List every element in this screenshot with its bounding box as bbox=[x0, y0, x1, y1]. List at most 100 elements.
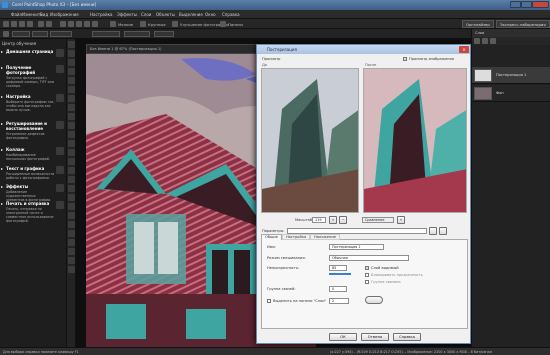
paste-icon[interactable] bbox=[92, 21, 98, 27]
undo-icon[interactable] bbox=[38, 21, 44, 27]
tool-icon-18[interactable] bbox=[68, 203, 75, 210]
tool-icon-15[interactable] bbox=[68, 176, 75, 183]
tool-icon-22[interactable] bbox=[68, 239, 75, 246]
menu-item-10[interactable]: Справка bbox=[222, 12, 240, 17]
open-icon[interactable] bbox=[11, 21, 17, 27]
tool-icon-24[interactable] bbox=[68, 257, 75, 264]
tool-icon-25[interactable] bbox=[68, 266, 75, 273]
tool-preset-icon[interactable] bbox=[3, 31, 9, 37]
tool-icon-5[interactable] bbox=[68, 86, 75, 93]
learning-section-2[interactable]: ▸ Настройка Выберите фотографию так, чтобы… bbox=[1, 94, 64, 112]
new-layer-icon[interactable] bbox=[474, 38, 480, 44]
reset-preset-icon[interactable] bbox=[439, 227, 447, 235]
menu-item-7[interactable]: Объекты bbox=[156, 12, 175, 17]
learning-section-4[interactable]: ▸ Коллаж Комбинирование нескольких фотогра… bbox=[1, 147, 64, 161]
menu-item-2[interactable]: Вид bbox=[40, 12, 48, 17]
tool-icon-21[interactable] bbox=[68, 230, 75, 237]
enhance-icon[interactable] bbox=[172, 21, 178, 27]
option-field-4[interactable] bbox=[92, 31, 120, 37]
tool-icon-9[interactable] bbox=[68, 122, 75, 129]
tool-icon-2[interactable] bbox=[68, 59, 75, 66]
print-icon[interactable] bbox=[27, 21, 33, 27]
organizer-button[interactable]: Органайзер bbox=[462, 20, 494, 28]
tab-blend[interactable]: Наложение bbox=[310, 234, 340, 240]
duplicate-layer-icon[interactable] bbox=[482, 38, 488, 44]
panels-menu[interactable]: Панели bbox=[228, 22, 243, 27]
cancel-button[interactable]: Отмена bbox=[361, 333, 389, 341]
tool-icon-6[interactable] bbox=[68, 95, 75, 102]
levels-field[interactable]: 2 bbox=[329, 298, 349, 304]
tool-icon-1[interactable] bbox=[68, 50, 75, 57]
save-preset-icon[interactable] bbox=[429, 227, 437, 235]
zoom-in-icon[interactable] bbox=[140, 21, 146, 27]
tool-icon-0[interactable] bbox=[68, 41, 75, 48]
tool-icon-16[interactable] bbox=[68, 185, 75, 192]
color-reset-button[interactable] bbox=[365, 296, 383, 304]
close-button[interactable] bbox=[532, 1, 549, 8]
option-field-5[interactable] bbox=[124, 31, 150, 37]
tool-icon-19[interactable] bbox=[68, 212, 75, 219]
learning-section-3[interactable]: ▸ Ретуширование и восстановление Устранени… bbox=[1, 121, 64, 140]
tool-icon-13[interactable] bbox=[68, 158, 75, 165]
tool-icon-4[interactable] bbox=[68, 77, 75, 84]
tool-icon-11[interactable] bbox=[68, 140, 75, 147]
learning-section-1[interactable]: ▸ Получение фотографий Загрузка фотографий… bbox=[1, 65, 64, 88]
before-preview[interactable] bbox=[261, 68, 359, 213]
tool-icon-20[interactable] bbox=[68, 221, 75, 228]
tab-general[interactable]: Общие bbox=[261, 234, 282, 240]
tool-icon-7[interactable] bbox=[68, 104, 75, 111]
zoom-out-icon[interactable] bbox=[110, 21, 116, 27]
blend-mode-dropdown[interactable]: Обычная bbox=[329, 255, 409, 261]
learning-section-6[interactable]: ▸ Эффекты Добавление художественных элемен… bbox=[1, 184, 64, 202]
menu-item-3[interactable]: Изображение bbox=[50, 12, 79, 17]
layer-row[interactable]: Постеризация 1 bbox=[472, 67, 550, 84]
name-field[interactable]: Постеризация 1 bbox=[329, 244, 384, 250]
opacity-slider[interactable] bbox=[329, 273, 351, 275]
help-button[interactable]: Справка bbox=[393, 333, 421, 341]
menu-item-5[interactable]: Эффекты bbox=[117, 12, 137, 17]
menu-item-0[interactable]: Файл bbox=[11, 12, 22, 17]
compare-add-icon[interactable]: + bbox=[397, 216, 405, 224]
tool-icon-17[interactable] bbox=[68, 194, 75, 201]
after-preview[interactable] bbox=[363, 68, 467, 213]
tool-icon-12[interactable] bbox=[68, 149, 75, 156]
maximize-button[interactable] bbox=[521, 1, 532, 8]
express-lab-button[interactable]: Экспресс-лаборатория bbox=[496, 20, 550, 28]
option-field-2[interactable] bbox=[32, 31, 48, 37]
option-field-3[interactable] bbox=[50, 31, 72, 37]
zoom-field[interactable]: 119 bbox=[312, 217, 326, 223]
menu-item-9[interactable]: Окно bbox=[205, 12, 216, 17]
ok-button[interactable]: ОК bbox=[329, 333, 357, 341]
preview-on-image-checkbox[interactable] bbox=[403, 57, 407, 61]
highlight-checkbox[interactable] bbox=[267, 299, 271, 303]
opacity-field[interactable]: 85 bbox=[329, 265, 347, 271]
save-icon[interactable] bbox=[19, 21, 25, 27]
menu-item-6[interactable]: Слои bbox=[141, 12, 151, 17]
zoom-out-label[interactable]: Мелкие bbox=[118, 22, 133, 27]
delete-layer-icon[interactable] bbox=[490, 38, 496, 44]
tool-icon-10[interactable] bbox=[68, 131, 75, 138]
resize-icon[interactable] bbox=[76, 21, 82, 27]
group-field[interactable]: 0 bbox=[329, 286, 347, 292]
option-field-1[interactable] bbox=[12, 31, 30, 37]
learning-section-0[interactable]: ▸ Домашняя страница bbox=[1, 49, 64, 57]
panels-icon[interactable] bbox=[220, 21, 226, 27]
tool-icon-14[interactable] bbox=[68, 167, 75, 174]
minimize-button[interactable] bbox=[510, 1, 521, 8]
tab-adjust[interactable]: Настройка bbox=[281, 234, 311, 240]
learning-section-7[interactable]: ▸ Печать и отправка Печать, отправка по эл… bbox=[1, 201, 64, 223]
preview-toggle[interactable]: Просмотр bbox=[262, 57, 280, 61]
tool-icon-23[interactable] bbox=[68, 248, 75, 255]
tool-icon-3[interactable] bbox=[68, 68, 75, 75]
zoom-in-label[interactable]: Крупные bbox=[148, 22, 166, 27]
layer-row[interactable]: Фон bbox=[472, 85, 550, 102]
lock-transparency-checkbox[interactable] bbox=[365, 273, 369, 277]
option-field-6[interactable] bbox=[154, 31, 174, 37]
dialog-close-icon[interactable]: ✕ bbox=[459, 46, 469, 53]
visible-checkbox[interactable] bbox=[365, 266, 369, 270]
copy-icon[interactable] bbox=[84, 21, 90, 27]
learning-section-5[interactable]: ▸ Текст и графика Расширенные возможности … bbox=[1, 166, 64, 180]
new-icon[interactable] bbox=[3, 21, 9, 27]
rotate-icon[interactable] bbox=[68, 21, 74, 27]
menu-item-8[interactable]: Выделение bbox=[179, 12, 203, 17]
